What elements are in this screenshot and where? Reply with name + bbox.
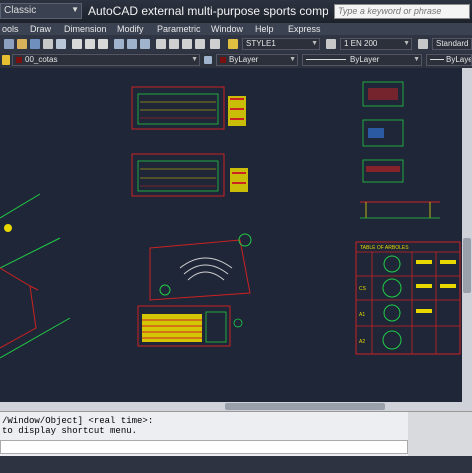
plot-preview-icon[interactable] <box>56 39 66 49</box>
legend-row-label: A1 <box>359 312 365 318</box>
menu-help[interactable]: Help <box>255 23 274 35</box>
menu-bar: ools Draw Dimension Modify Parametric Wi… <box>0 23 472 35</box>
print-icon[interactable] <box>43 39 53 49</box>
zoom-previous-icon[interactable] <box>195 39 205 49</box>
dim-style-icon[interactable] <box>326 39 336 49</box>
open-file-icon[interactable] <box>17 39 27 49</box>
text-style-icon[interactable] <box>228 39 238 49</box>
floor-plan-1 <box>131 86 246 130</box>
left-partial-plan <box>0 193 71 359</box>
tree-legend-table <box>355 241 461 355</box>
menu-parametric[interactable]: Parametric <box>157 23 201 35</box>
vertical-scrollbar[interactable] <box>462 68 472 411</box>
layer-dropdown[interactable]: 00_cotas ▼ <box>12 54 200 66</box>
text-style-value: STYLE1 <box>246 39 276 48</box>
copy-icon[interactable] <box>85 39 95 49</box>
command-window-side <box>408 412 472 456</box>
command-history-line: to display shortcut menu. <box>2 426 138 436</box>
undo-icon[interactable] <box>127 39 137 49</box>
redo-icon[interactable] <box>140 39 150 49</box>
color-value: ByLayer <box>229 55 259 64</box>
drawing-svg: TABLE OF ARBOLES CS A1 A2 <box>0 81 461 359</box>
command-window: /Window/Object] <real time>: to display … <box>0 411 472 473</box>
status-bar <box>0 456 472 473</box>
table-style-dropdown[interactable]: Standard <box>432 38 472 50</box>
linetype-dropdown[interactable]: ByLayer ▼ <box>302 54 422 66</box>
lineweight-dropdown[interactable]: ByLayer <box>426 54 472 66</box>
table-style-icon[interactable] <box>418 39 428 49</box>
standard-toolbar: STYLE1 ▼ 1 EN 200 ▼ Standard <box>0 35 472 54</box>
layers-toolbar: 00_cotas ▼ ByLayer ▼ ByLayer ▼ ByLayer <box>0 53 472 69</box>
color-swatch <box>220 56 226 63</box>
help-icon[interactable] <box>210 39 220 49</box>
legend-title: TABLE OF ARBOLES <box>360 245 409 251</box>
match-properties-icon[interactable] <box>114 39 124 49</box>
floor-plan-2 <box>131 153 248 197</box>
title-bar: Classic ▼ AutoCAD external multi-purpose… <box>0 0 472 23</box>
chevron-down-icon: ▼ <box>71 5 79 14</box>
color-dropdown[interactable]: ByLayer ▼ <box>216 54 298 66</box>
chevron-down-icon: ▼ <box>289 56 296 63</box>
save-icon[interactable] <box>30 39 40 49</box>
zoom-icon[interactable] <box>169 39 179 49</box>
site-plan <box>137 233 252 347</box>
horizontal-scrollbar[interactable] <box>0 402 462 411</box>
menu-modify[interactable]: Modify <box>117 23 144 35</box>
text-style-dropdown[interactable]: STYLE1 ▼ <box>242 38 320 50</box>
linetype-value: ByLayer <box>350 55 380 64</box>
menu-window[interactable]: Window <box>211 23 243 35</box>
horizontal-scroll-thumb[interactable] <box>225 403 385 410</box>
legend-row-label: CS <box>359 286 367 292</box>
lineweight-value: ByLayer <box>446 55 471 64</box>
lineweight-sample <box>430 59 444 61</box>
workspace-label: Classic <box>4 5 37 16</box>
layer-name: 00_cotas <box>25 55 58 64</box>
dim-style-value: 1 EN 200 <box>344 39 378 48</box>
zoom-window-icon[interactable] <box>182 39 192 49</box>
legend-row-label: A2 <box>359 339 365 345</box>
paste-icon[interactable] <box>98 39 108 49</box>
elevation-sections <box>360 81 440 219</box>
dim-style-dropdown[interactable]: 1 EN 200 ▼ <box>340 38 412 50</box>
menu-dimension[interactable]: Dimension <box>64 23 107 35</box>
workspace-dropdown[interactable]: Classic ▼ <box>0 3 82 19</box>
menu-tools[interactable]: ools <box>2 23 19 35</box>
window-title: AutoCAD external multi-purpose sports co… <box>88 4 328 18</box>
drawing-canvas[interactable]: TABLE OF ARBOLES CS A1 A2 <box>0 68 462 411</box>
chevron-down-icon: ▼ <box>403 40 410 47</box>
pan-icon[interactable] <box>156 39 166 49</box>
vertical-scroll-thumb[interactable] <box>463 238 471 293</box>
chevron-down-icon: ▼ <box>191 56 198 63</box>
menu-draw[interactable]: Draw <box>30 23 51 35</box>
chevron-down-icon: ▼ <box>311 40 318 47</box>
cut-icon[interactable] <box>72 39 82 49</box>
command-input[interactable] <box>0 440 408 454</box>
chevron-down-icon: ▼ <box>413 56 420 63</box>
new-file-icon[interactable] <box>4 39 14 49</box>
layer-previous-icon[interactable] <box>204 56 212 64</box>
layer-lock-icon[interactable] <box>2 55 10 65</box>
table-style-value: Standard <box>436 39 469 48</box>
search-input[interactable]: Type a keyword or phrase <box>334 4 470 19</box>
menu-express[interactable]: Express <box>288 23 321 35</box>
command-history-line: /Window/Object] <real time>: <box>2 416 154 426</box>
linetype-sample <box>306 59 346 61</box>
layer-color-swatch <box>16 56 22 63</box>
